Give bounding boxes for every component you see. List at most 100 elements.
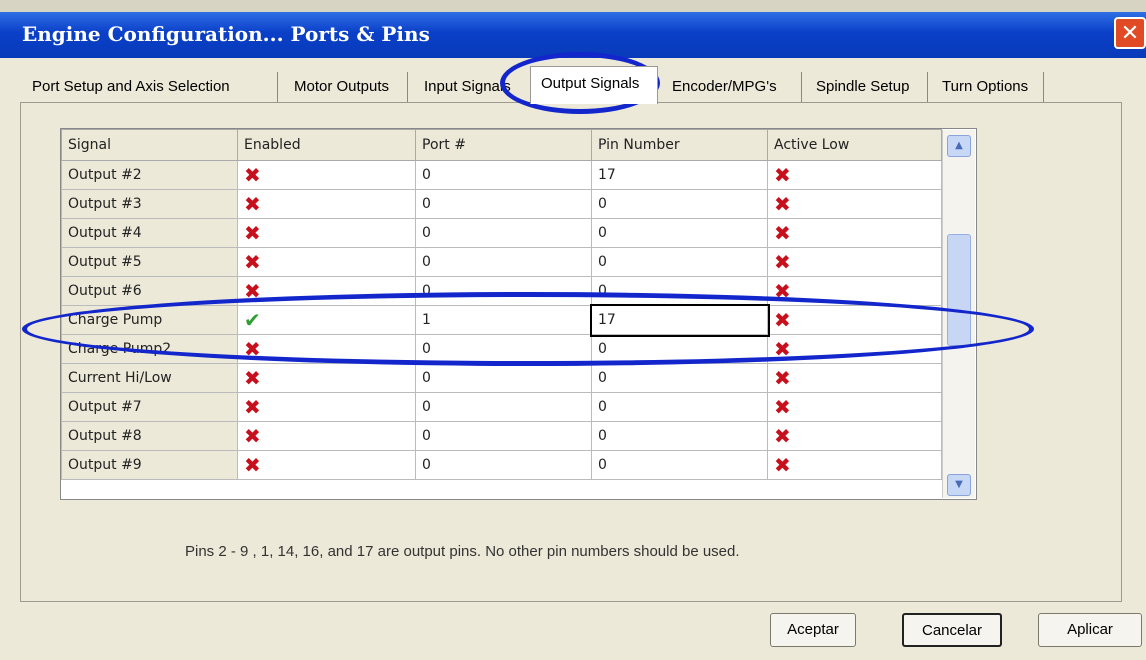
active-low-cell[interactable]: ✖ — [767, 392, 942, 422]
header-port: Port # — [415, 129, 592, 161]
pin-cell[interactable]: 0 — [591, 247, 768, 277]
table-row[interactable]: Output #9 ✖ 0 0 ✖ — [61, 450, 942, 480]
active-low-cell[interactable]: ✖ — [767, 160, 942, 190]
enabled-cell[interactable]: ✖ — [237, 160, 416, 190]
active-low-cell[interactable]: ✖ — [767, 363, 942, 393]
x-icon: ✖ — [244, 191, 261, 216]
window-title: Engine Configuration... Ports & Pins — [22, 22, 430, 46]
pin-cell[interactable]: 0 — [591, 392, 768, 422]
scroll-up-icon[interactable]: ▲ — [947, 135, 971, 157]
active-low-cell[interactable]: ✖ — [767, 189, 942, 219]
port-cell[interactable]: 0 — [415, 189, 592, 219]
port-cell-value: 0 — [422, 167, 431, 183]
signal-cell-value: Output #3 — [68, 196, 142, 212]
port-cell[interactable]: 0 — [415, 363, 592, 393]
cancel-button[interactable]: Cancelar — [902, 613, 1002, 647]
signal-cell-value: Output #5 — [68, 254, 142, 270]
signal-cell-value: Output #9 — [68, 457, 142, 473]
signal-cell[interactable]: Output #5 — [61, 247, 238, 277]
port-cell-value: 0 — [422, 428, 431, 444]
x-icon: ✖ — [774, 220, 791, 245]
table-row[interactable]: Output #7 ✖ 0 0 ✖ — [61, 392, 942, 422]
pin-cell[interactable]: 0 — [591, 421, 768, 451]
port-cell[interactable]: 0 — [415, 247, 592, 277]
signal-cell[interactable]: Output #4 — [61, 218, 238, 248]
port-cell-value: 0 — [422, 399, 431, 415]
x-icon: ✖ — [774, 452, 791, 477]
enabled-cell[interactable]: ✖ — [237, 421, 416, 451]
tab-spindle-setup[interactable]: Spindle Setup — [806, 72, 928, 102]
signal-cell-value: Output #2 — [68, 167, 142, 183]
signal-cell-value: Output #6 — [68, 283, 142, 299]
active-low-cell[interactable]: ✖ — [767, 450, 942, 480]
engine-config-window: Engine Configuration... Ports & Pins ✕ P… — [0, 0, 1146, 660]
pin-cell[interactable]: 0 — [591, 189, 768, 219]
enabled-cell[interactable]: ✖ — [237, 247, 416, 277]
port-cell[interactable]: 0 — [415, 450, 592, 480]
pin-cell[interactable]: 0 — [591, 450, 768, 480]
close-button[interactable]: ✕ — [1114, 17, 1146, 49]
signal-cell[interactable]: Output #8 — [61, 421, 238, 451]
port-cell-value: 0 — [422, 457, 431, 473]
pin-cell-value: 0 — [598, 370, 607, 386]
scroll-down-icon[interactable]: ▼ — [947, 474, 971, 496]
table-row[interactable]: Current Hi/Low ✖ 0 0 ✖ — [61, 363, 942, 393]
enabled-cell[interactable]: ✖ — [237, 189, 416, 219]
signal-cell[interactable]: Output #2 — [61, 160, 238, 190]
port-cell-value: 0 — [422, 370, 431, 386]
signal-cell-value: Output #8 — [68, 428, 142, 444]
enabled-cell[interactable]: ✖ — [237, 450, 416, 480]
signal-cell[interactable]: Output #7 — [61, 392, 238, 422]
header-enabled: Enabled — [237, 129, 416, 161]
port-cell[interactable]: 0 — [415, 421, 592, 451]
x-icon: ✖ — [244, 249, 261, 274]
table-row[interactable]: Output #4 ✖ 0 0 ✖ — [61, 218, 942, 248]
signal-cell[interactable]: Output #3 — [61, 189, 238, 219]
table-row[interactable]: Output #5 ✖ 0 0 ✖ — [61, 247, 942, 277]
active-low-cell[interactable]: ✖ — [767, 421, 942, 451]
header-signal: Signal — [61, 129, 238, 161]
x-icon: ✖ — [244, 162, 261, 187]
x-icon: ✖ — [774, 249, 791, 274]
signal-cell[interactable]: Output #9 — [61, 450, 238, 480]
x-icon: ✖ — [244, 452, 261, 477]
tab-turn-options[interactable]: Turn Options — [932, 72, 1044, 102]
pin-cell-value: 0 — [598, 225, 607, 241]
enabled-cell[interactable]: ✖ — [237, 392, 416, 422]
active-low-cell[interactable]: ✖ — [767, 218, 942, 248]
x-icon: ✖ — [774, 162, 791, 187]
tab-motor-outputs[interactable]: Motor Outputs — [284, 72, 408, 102]
pin-cell[interactable]: 17 — [591, 160, 768, 190]
x-icon: ✖ — [774, 394, 791, 419]
apply-button[interactable]: Aplicar — [1038, 613, 1142, 647]
pin-cell[interactable]: 0 — [591, 363, 768, 393]
table-row[interactable]: Output #8 ✖ 0 0 ✖ — [61, 421, 942, 451]
port-cell-value: 0 — [422, 254, 431, 270]
table-row[interactable]: Output #2 ✖ 0 17 ✖ — [61, 160, 942, 190]
x-icon: ✖ — [244, 220, 261, 245]
x-icon: ✖ — [244, 365, 261, 390]
close-icon: ✕ — [1120, 21, 1140, 46]
window-top-strip — [0, 0, 1146, 12]
pin-cell[interactable]: 0 — [591, 218, 768, 248]
tab-output-signals[interactable]: Output Signals — [530, 66, 658, 104]
signal-cell-value: Output #7 — [68, 399, 142, 415]
table-row[interactable]: Output #3 ✖ 0 0 ✖ — [61, 189, 942, 219]
port-cell[interactable]: 0 — [415, 160, 592, 190]
x-icon: ✖ — [774, 191, 791, 216]
pin-cell-value: 0 — [598, 254, 607, 270]
enabled-cell[interactable]: ✖ — [237, 218, 416, 248]
tab-port-setup[interactable]: Port Setup and Axis Selection — [22, 72, 278, 102]
port-cell[interactable]: 0 — [415, 218, 592, 248]
pin-cell-value: 0 — [598, 457, 607, 473]
accept-button[interactable]: Aceptar — [770, 613, 856, 647]
enabled-cell[interactable]: ✖ — [237, 363, 416, 393]
x-icon: ✖ — [244, 394, 261, 419]
signal-cell[interactable]: Current Hi/Low — [61, 363, 238, 393]
port-cell-value: 0 — [422, 196, 431, 212]
active-low-cell[interactable]: ✖ — [767, 247, 942, 277]
pin-cell-value: 17 — [598, 167, 616, 183]
signal-cell-value: Current Hi/Low — [68, 370, 172, 386]
port-cell[interactable]: 0 — [415, 392, 592, 422]
tab-encoder-mpgs[interactable]: Encoder/MPG's — [662, 72, 802, 102]
